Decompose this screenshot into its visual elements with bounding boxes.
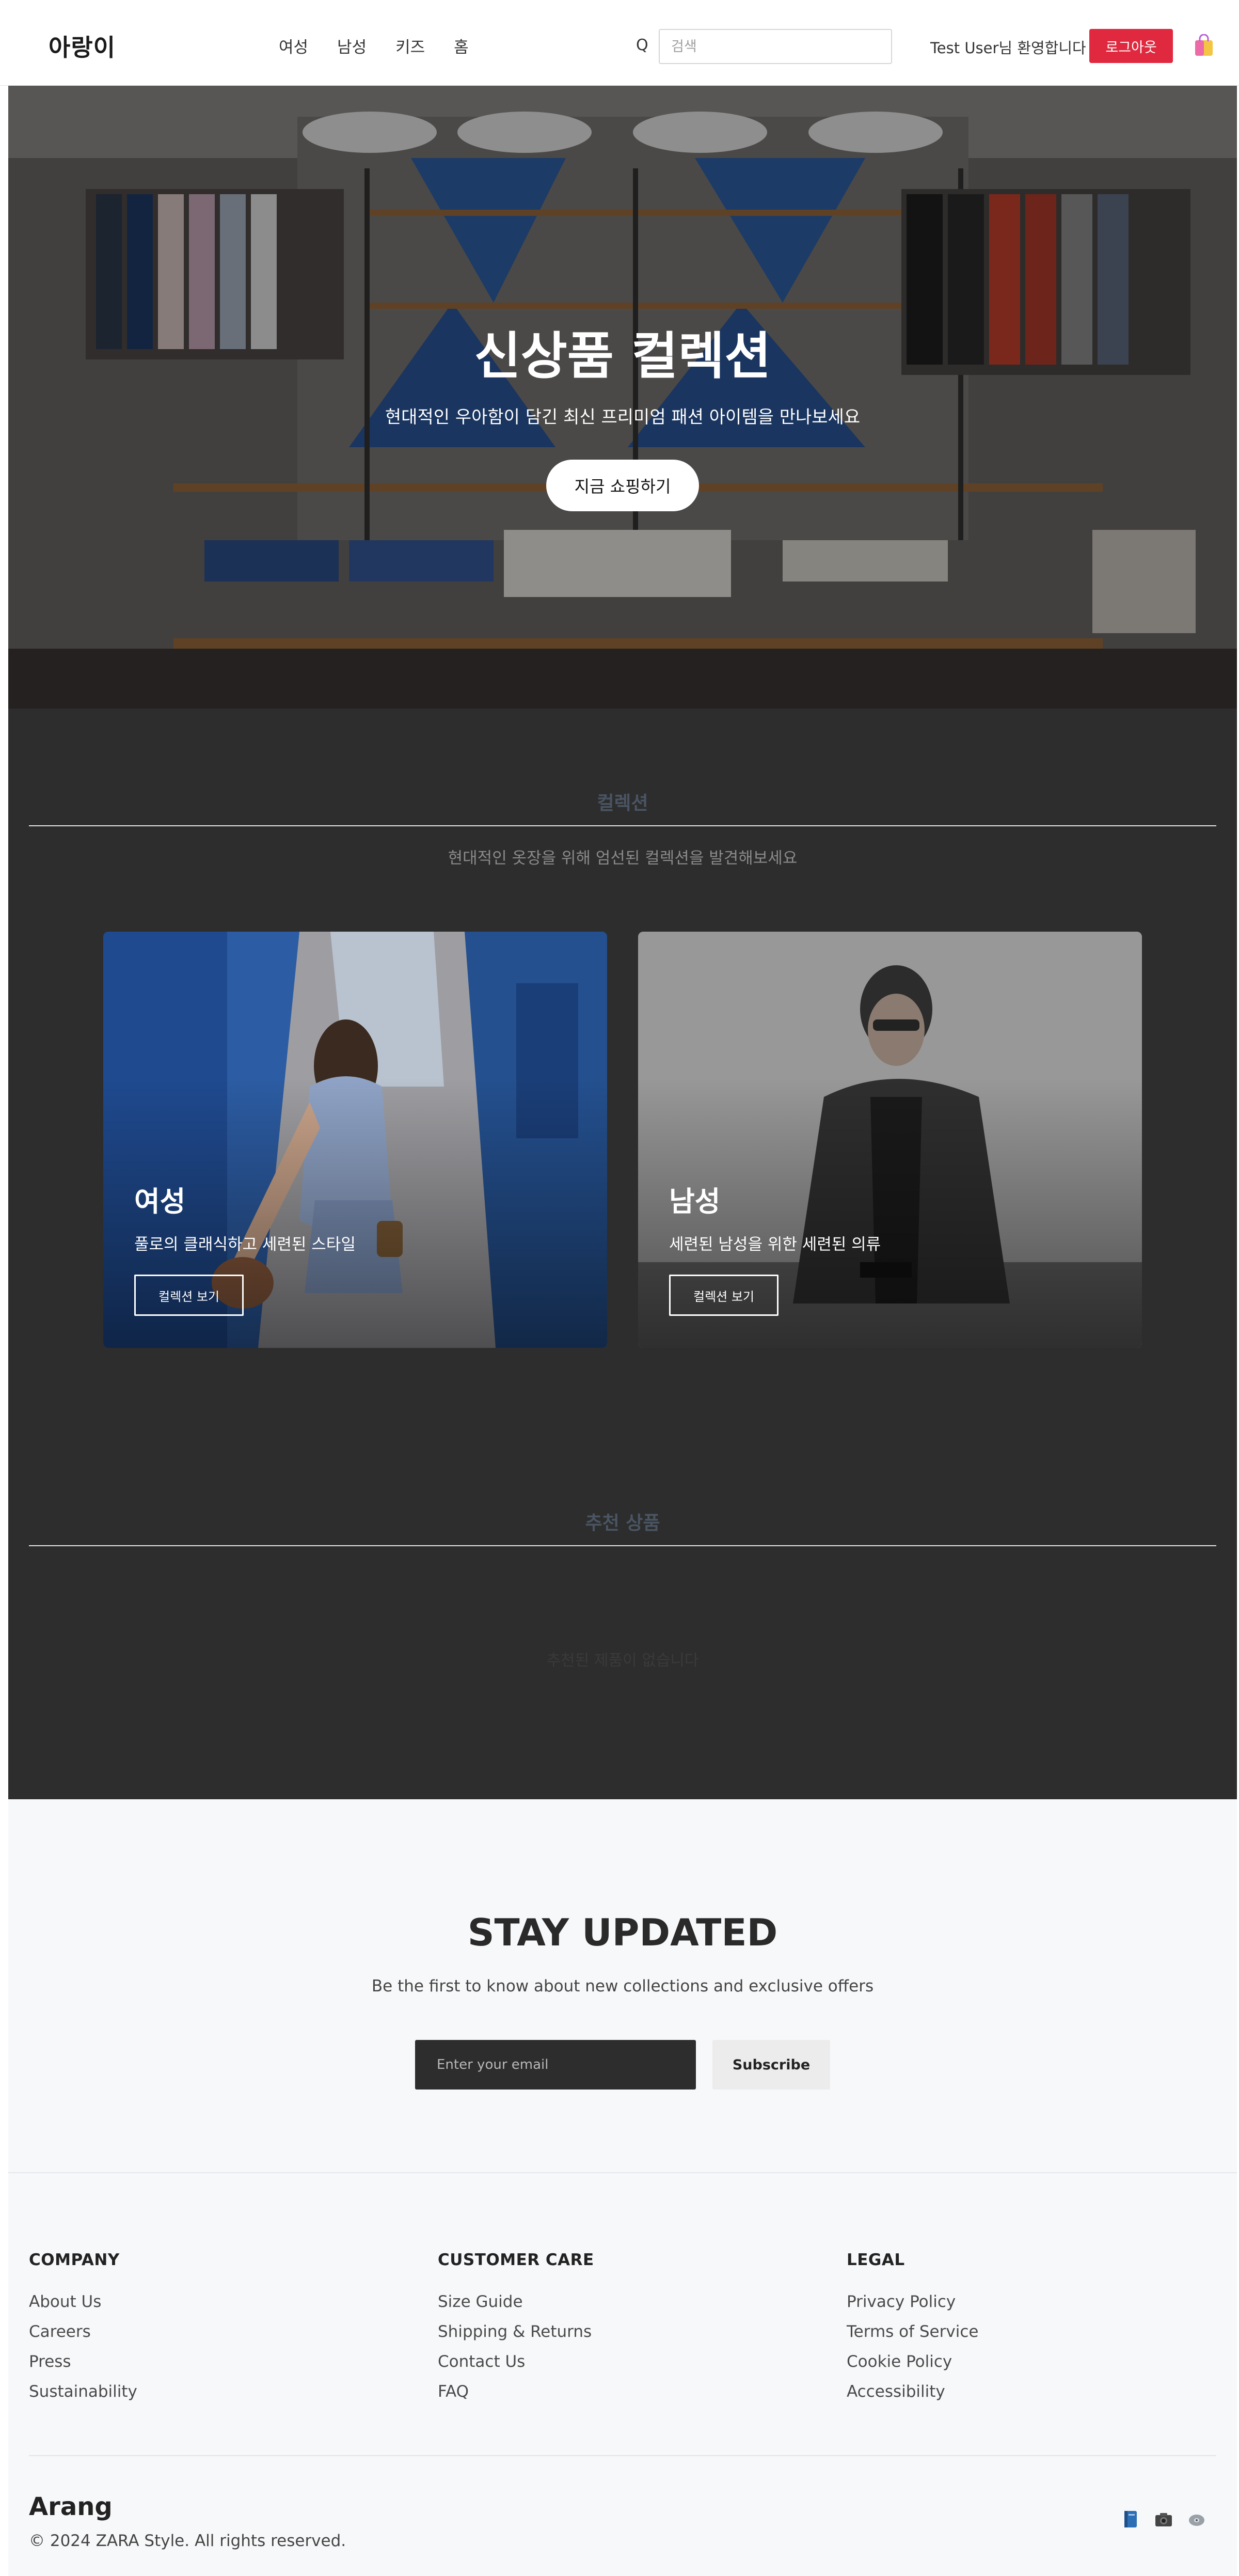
collections-title: 컬렉션 bbox=[597, 793, 648, 814]
footer-link-shipping[interactable]: Shipping & Returns bbox=[438, 2322, 594, 2352]
footer-column-legal: LEGAL Privacy Policy Terms of Service Co… bbox=[847, 2251, 978, 2412]
hero-subtitle: 현대적인 우아함이 담긴 최신 프리미엄 패션 아이템을 만나보세요 bbox=[385, 407, 861, 428]
footer-link-terms[interactable]: Terms of Service bbox=[847, 2322, 978, 2352]
featured-divider bbox=[29, 1545, 1216, 1546]
footer-heading: COMPANY bbox=[29, 2251, 120, 2269]
newsletter-title: STAY UPDATED bbox=[467, 1911, 778, 1954]
footer-heading: LEGAL bbox=[847, 2251, 905, 2269]
footer-link-privacy[interactable]: Privacy Policy bbox=[847, 2292, 978, 2322]
hero-title: 신상품 컬렉션 bbox=[474, 327, 771, 386]
collection-card-women[interactable]: 여성 풀로의 클래식하고 세련된 스타일 컬렉션 보기 bbox=[103, 932, 607, 1348]
shopping-bag-icon[interactable] bbox=[1194, 34, 1214, 57]
logout-button[interactable]: 로그아웃 bbox=[1089, 29, 1173, 63]
footer-link-cookie[interactable]: Cookie Policy bbox=[847, 2352, 978, 2382]
site-logo[interactable]: 아랑이 bbox=[49, 29, 116, 63]
featured-empty-message: 추천된 제품이 없습니다 bbox=[546, 1652, 699, 1670]
footer-brand: Arang bbox=[29, 2492, 113, 2521]
collections-divider bbox=[29, 825, 1216, 826]
card-description: 세련된 남성을 위한 세련된 의류 bbox=[669, 1235, 881, 1254]
footer-divider bbox=[29, 2455, 1216, 2456]
footer-heading: CUSTOMER CARE bbox=[438, 2251, 594, 2269]
footer-link-accessibility[interactable]: Accessibility bbox=[847, 2382, 978, 2412]
newsletter-description: Be the first to know about new collectio… bbox=[371, 1977, 874, 1996]
collections-description: 현대적인 옷장을 위해 엄선된 컬렉션을 발견해보세요 bbox=[448, 849, 798, 868]
footer-link-faq[interactable]: FAQ bbox=[438, 2382, 594, 2412]
search-icon[interactable]: Q bbox=[636, 36, 648, 54]
card-title: 남성 bbox=[669, 1185, 721, 1218]
view-collection-button[interactable]: 컬렉션 보기 bbox=[669, 1275, 779, 1316]
main-nav: 여성 남성 키즈 홈 bbox=[279, 34, 469, 57]
site-footer: COMPANY About Us Careers Press Sustainab… bbox=[8, 2173, 1237, 2576]
welcome-message: Test User님 환영합니다 bbox=[930, 39, 1086, 57]
nav-item-kids[interactable]: 키즈 bbox=[395, 34, 425, 57]
copyright-text: © 2024 ZARA Style. All rights reserved. bbox=[29, 2532, 346, 2550]
view-collection-button[interactable]: 컬렉션 보기 bbox=[134, 1275, 244, 1316]
footer-link-size-guide[interactable]: Size Guide bbox=[438, 2292, 594, 2322]
footer-column-company: COMPANY About Us Careers Press Sustainab… bbox=[29, 2251, 137, 2412]
featured-title: 추천 상품 bbox=[585, 1513, 660, 1534]
footer-link-sustainability[interactable]: Sustainability bbox=[29, 2382, 137, 2412]
nav-item-men[interactable]: 남성 bbox=[337, 34, 367, 57]
site-header: 아랑이 여성 남성 키즈 홈 Q Test User님 환영합니다 로그아웃 bbox=[0, 0, 1239, 86]
nav-item-women[interactable]: 여성 bbox=[279, 34, 308, 57]
book-icon[interactable] bbox=[1120, 2509, 1141, 2530]
nav-item-home[interactable]: 홈 bbox=[454, 34, 469, 57]
hero-overlay bbox=[8, 86, 1237, 709]
footer-link-press[interactable]: Press bbox=[29, 2352, 137, 2382]
search-input[interactable] bbox=[659, 29, 892, 64]
camera-icon[interactable] bbox=[1153, 2509, 1174, 2530]
subscribe-button[interactable]: Subscribe bbox=[712, 2040, 830, 2090]
hero-banner: 신상품 컬렉션 현대적인 우아함이 담긴 최신 프리미엄 패션 아이템을 만나보… bbox=[8, 86, 1237, 709]
footer-column-customer-care: CUSTOMER CARE Size Guide Shipping & Retu… bbox=[438, 2251, 594, 2412]
newsletter-section: STAY UPDATED Be the first to know about … bbox=[8, 1799, 1237, 2173]
shop-now-button[interactable]: 지금 쇼핑하기 bbox=[546, 460, 699, 511]
card-description: 풀로의 클래식하고 세련된 스타일 bbox=[134, 1235, 356, 1254]
footer-link-contact[interactable]: Contact Us bbox=[438, 2352, 594, 2382]
collection-card-men[interactable]: 남성 세련된 남성을 위한 세련된 의류 컬렉션 보기 bbox=[638, 932, 1142, 1348]
footer-link-careers[interactable]: Careers bbox=[29, 2322, 137, 2352]
footer-link-about[interactable]: About Us bbox=[29, 2292, 137, 2322]
card-title: 여성 bbox=[134, 1185, 186, 1218]
disc-icon[interactable] bbox=[1186, 2509, 1207, 2530]
newsletter-email-input[interactable] bbox=[415, 2040, 696, 2090]
